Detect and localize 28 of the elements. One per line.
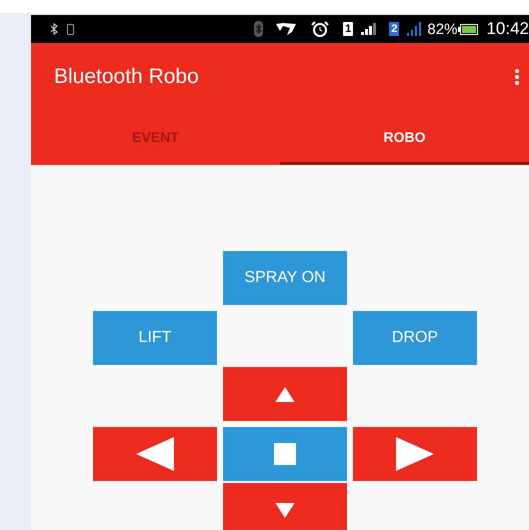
bluetooth-icon <box>254 21 264 37</box>
alarm-clock-icon <box>309 21 332 37</box>
right-arrow-button[interactable] <box>353 427 477 481</box>
clock-time: 10:42 <box>486 19 529 39</box>
right-triangle-icon <box>396 437 434 471</box>
battery-percent: 82% <box>427 20 458 38</box>
pad-button[interactable]: DROP <box>353 311 477 365</box>
signal-icon <box>407 22 424 36</box>
tab[interactable]: EVENT <box>31 110 280 165</box>
down-triangle-icon <box>275 502 295 518</box>
left-triangle-icon <box>136 437 174 471</box>
pad-button[interactable]: SPRAY ON <box>223 251 347 305</box>
left-arrow-button[interactable] <box>93 427 217 481</box>
phone-outline-icon <box>67 24 74 34</box>
square-icon <box>274 443 296 465</box>
overflow-menu-icon[interactable] <box>514 68 520 86</box>
tab[interactable]: ROBO <box>280 110 529 165</box>
up-triangle-icon <box>275 386 295 402</box>
app-title: Bluetooth Robo <box>54 64 199 88</box>
up-arrow-button[interactable] <box>223 367 347 421</box>
stop-button[interactable] <box>223 427 347 481</box>
pad-button[interactable]: LIFT <box>93 311 217 365</box>
signal-icon <box>361 23 378 35</box>
down-arrow-button[interactable] <box>223 483 347 530</box>
bluetooth-icon <box>49 23 59 35</box>
sim-badge: 2 <box>389 22 400 36</box>
battery-icon <box>458 24 478 34</box>
sim-badge: 1 <box>343 22 354 36</box>
